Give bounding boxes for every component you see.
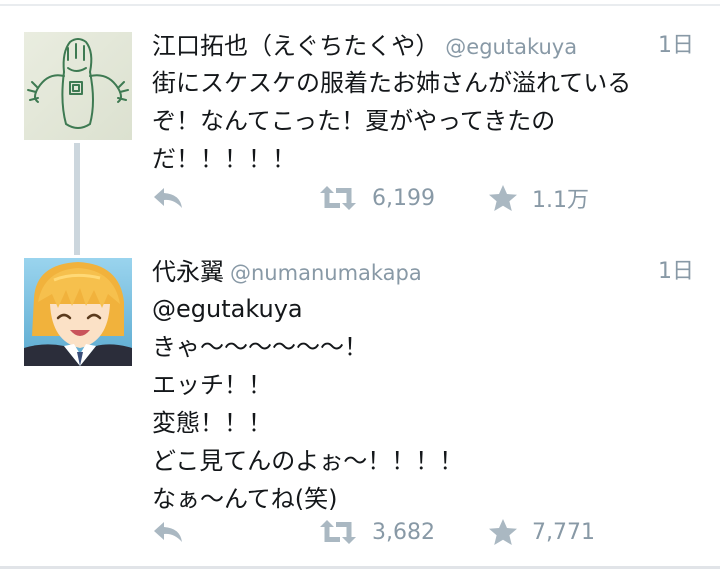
retweet-button[interactable]: 6,199 [318, 178, 435, 218]
reply-icon [154, 188, 182, 208]
avatar-anime-character [24, 258, 132, 366]
tweet-text: 街にスケスケの服着たお姉さんが溢れている ぞ！なんてこった！夏がやってきたの だ… [152, 69, 632, 173]
reply-button[interactable] [152, 178, 184, 218]
avatar-numanumakapa[interactable] [24, 258, 132, 366]
favorite-button[interactable]: 1.1万 [488, 178, 589, 218]
favorite-count: 1.1万 [532, 188, 589, 213]
top-divider [0, 4, 720, 6]
tweet-header: 江口拓也（えぐちたくや） @egutakuya 1日 [152, 30, 700, 62]
avatar-egutakuya[interactable] [24, 32, 132, 140]
favorite-button[interactable]: 7,771 [488, 512, 595, 552]
reply-icon [154, 522, 182, 542]
favorite-count: 7,771 [532, 519, 595, 545]
retweet-count: 3,682 [372, 519, 435, 545]
star-icon [489, 519, 517, 545]
retweet-button[interactable]: 3,682 [318, 512, 435, 552]
tweet-header: 代永翼 @numanumakapa 1日 [152, 256, 700, 288]
handle[interactable]: @egutakuya [445, 35, 577, 59]
bottom-divider [0, 566, 720, 569]
star-icon [489, 185, 517, 211]
avatar-drawing [24, 32, 132, 140]
retweet-icon [320, 520, 356, 544]
tweet-text: @egutakuya きゃ～～～～～～！ エッチ！！ 変態！！！ どこ見てんのよ… [152, 295, 464, 513]
display-name[interactable]: 江口拓也（えぐちたくや） [152, 32, 439, 60]
reply-button[interactable] [152, 512, 184, 552]
timestamp[interactable]: 1日 [658, 30, 694, 62]
display-name[interactable]: 代永翼 [152, 258, 224, 286]
timestamp[interactable]: 1日 [658, 256, 694, 288]
handle[interactable]: @numanumakapa [230, 261, 422, 285]
tweet-1[interactable]: 江口拓也（えぐちたくや） @egutakuya 1日 街にスケスケの服着たお姉さん… [152, 30, 700, 178]
thread-connector [74, 143, 80, 255]
tweet-actions: 3,682 7,771 [152, 512, 700, 552]
tweet-actions: 6,199 1.1万 [152, 178, 700, 218]
retweet-count: 6,199 [372, 185, 435, 211]
timeline: 江口拓也（えぐちたくや） @egutakuya 1日 街にスケスケの服着たお姉さん… [0, 0, 720, 575]
tweet-2[interactable]: 代永翼 @numanumakapa 1日 @egutakuya きゃ～～～～～～！… [152, 256, 700, 518]
retweet-icon [320, 186, 356, 210]
